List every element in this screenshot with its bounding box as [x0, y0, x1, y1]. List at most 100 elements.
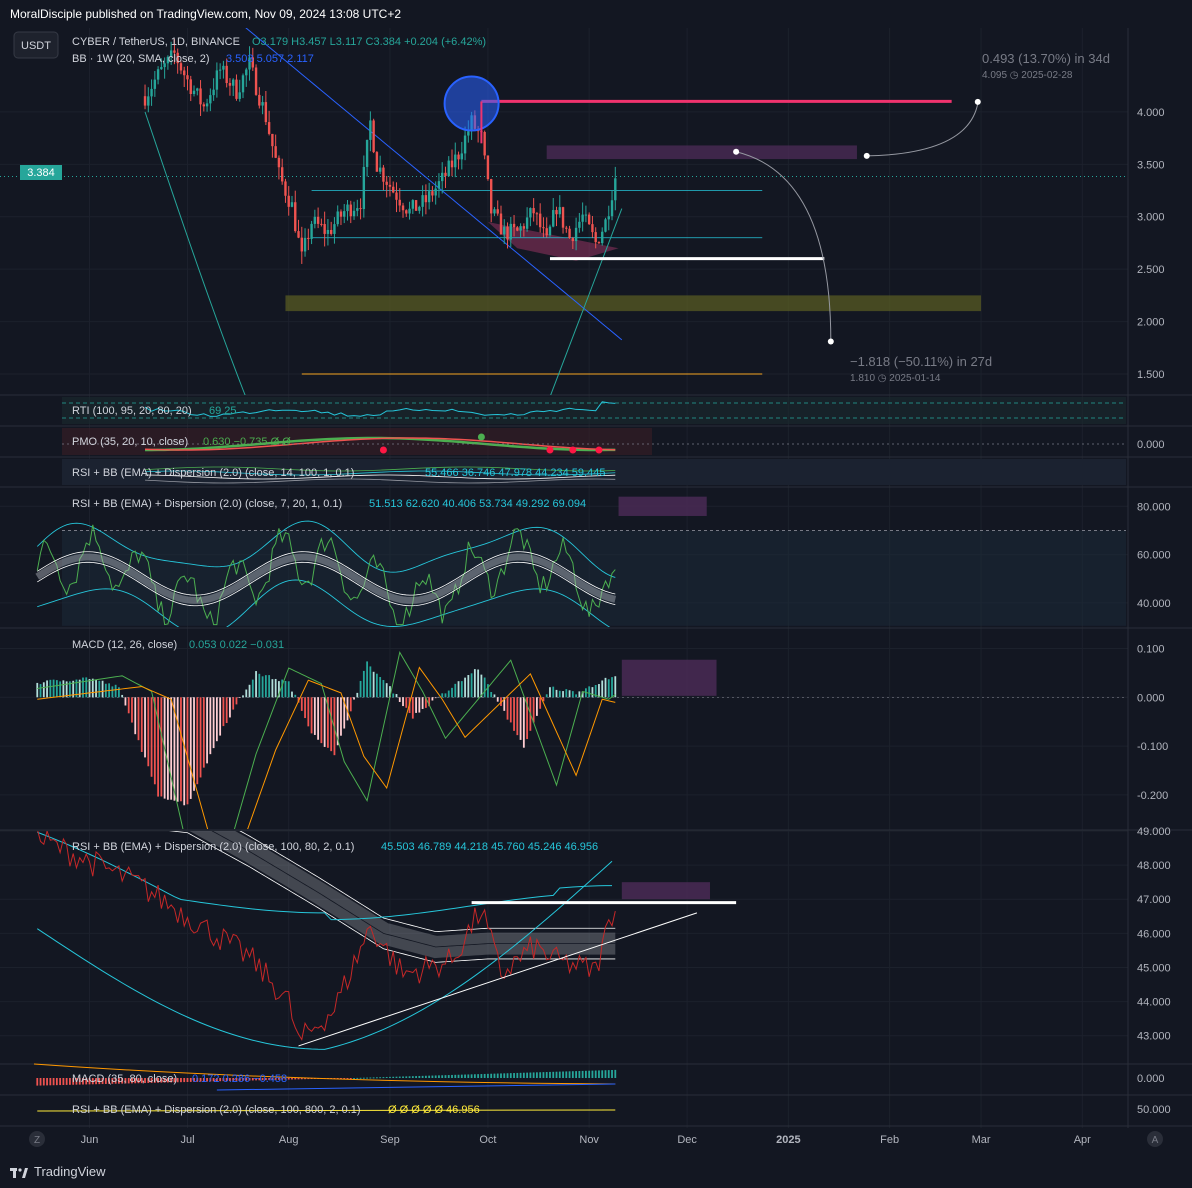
macd-histogram-bar — [369, 666, 372, 698]
macd-histogram-bar — [49, 679, 52, 698]
candle-body — [316, 216, 320, 224]
macd-35-80-bar — [509, 1073, 512, 1078]
time-axis-label: Jul — [180, 1134, 194, 1146]
macd-35-80-values: 0.172 0.286 −0.458 — [192, 1073, 287, 1085]
tradingview-logo[interactable]: TradingView — [10, 1164, 106, 1179]
macd-35-80-bar — [536, 1072, 538, 1078]
macd-35-80-bar — [408, 1076, 411, 1078]
macd-35-80-title[interactable]: MACD (35, 80, close) — [72, 1073, 177, 1085]
macd-histogram-bar — [238, 697, 241, 699]
macd-35-80-bar — [500, 1073, 502, 1078]
macd-35-80-bar — [438, 1075, 440, 1078]
axis-tick-label: -0.100 — [1137, 741, 1168, 753]
currency-label: USDT — [21, 40, 51, 52]
macd-histogram-bar — [532, 697, 535, 723]
macd-histogram-bar — [372, 671, 375, 698]
candle-body — [284, 181, 287, 196]
candle-body — [414, 200, 418, 211]
macd-histogram-bar — [124, 697, 127, 706]
macd-histogram-bar — [441, 693, 444, 698]
macd-35-80-bar — [356, 1077, 359, 1079]
chart-canvas[interactable]: 4.000 3.500 3.000 2.500 2.000 1.500 80.000 60.… — [0, 28, 1192, 1156]
macd-histogram-bar — [274, 678, 277, 698]
pmo-cross-dot — [379, 446, 387, 454]
candle-body — [274, 146, 277, 158]
candle-body — [506, 226, 509, 240]
candle-body — [450, 160, 454, 168]
macd-histogram-bar — [134, 697, 137, 735]
macd-35-80-bar — [49, 1078, 52, 1086]
macd-35-80-bar — [493, 1073, 496, 1078]
candle-body — [493, 209, 496, 214]
candle-body — [238, 92, 241, 99]
candle-body — [597, 242, 601, 244]
macd-35-80-bar — [513, 1073, 515, 1078]
candle-body — [467, 131, 470, 136]
macd-histogram-bar — [52, 679, 55, 698]
candle-body — [431, 191, 434, 196]
candle-body — [245, 69, 248, 76]
axis-tick-label: 1.500 — [1137, 369, 1165, 381]
rsi-100-800-title[interactable]: RSI + BB (EMA) + Dispersion (2.0) (close… — [72, 1104, 361, 1116]
candle-body — [587, 214, 591, 225]
macd-histogram-bar — [212, 697, 215, 749]
rti-title[interactable]: RTI (100, 95, 20, 80, 20) — [72, 405, 192, 417]
macd-35-80-bar — [69, 1078, 71, 1085]
candle-body — [529, 208, 532, 218]
macd-histogram-bar — [202, 697, 205, 768]
macd-35-80-bar — [454, 1074, 457, 1078]
macd-35-80-bar — [287, 1078, 290, 1080]
macd-35-80-bar — [431, 1075, 434, 1078]
macd-histogram-bar — [189, 697, 192, 799]
candle-body — [542, 227, 545, 229]
macd-histogram-bar — [294, 694, 297, 698]
macd-histogram-bar — [375, 673, 378, 698]
candle-body — [189, 79, 192, 95]
macd-histogram-bar — [467, 675, 470, 698]
candle-body — [183, 70, 186, 76]
rsi-100-80-title[interactable]: RSI + BB (EMA) + Dispersion (2.0) (close… — [72, 841, 354, 853]
time-axis-label: Sep — [380, 1134, 400, 1146]
rsi-7-20-title[interactable]: RSI + BB (EMA) + Dispersion (2.0) (close… — [72, 498, 342, 510]
candle-body — [522, 226, 526, 229]
publish-bar: MoralDisciple published on TradingView.c… — [0, 0, 1192, 28]
candle-body — [300, 237, 303, 252]
pmo-cross-dot — [477, 433, 485, 441]
candle-body — [369, 120, 372, 140]
candle-body — [356, 208, 359, 211]
macd-35-80-bar — [372, 1077, 375, 1079]
macd-histogram-bar — [457, 681, 460, 698]
pmo-title[interactable]: PMO (35, 20, 10, close) — [72, 436, 188, 448]
candle-body — [192, 90, 196, 95]
macd-title[interactable]: MACD (12, 26, close) — [72, 639, 177, 651]
candle-body — [271, 133, 274, 147]
time-axis-label: Apr — [1074, 1134, 1091, 1146]
macd-histogram-bar — [209, 697, 212, 755]
macd-35-80-bar — [464, 1074, 466, 1078]
macd-histogram-bar — [88, 679, 91, 698]
auto-scale-icon: A — [1152, 1135, 1159, 1146]
macd-35-80-bar — [180, 1078, 182, 1083]
candle-body — [584, 214, 588, 216]
macd-35-80-bar — [558, 1071, 561, 1078]
macd-histogram-bar — [114, 684, 117, 698]
macd-histogram-bar — [571, 691, 574, 698]
candle-body — [509, 223, 512, 240]
macd-histogram-bar — [392, 693, 395, 698]
bb-title[interactable]: BB · 1W (20, SMA, close, 2) — [72, 53, 210, 65]
macd-histogram-bar — [379, 677, 382, 698]
symbol-title[interactable]: CYBER / TetherUS, 1D, BINANCE — [72, 36, 240, 48]
macd-histogram-bar — [245, 689, 248, 698]
candle-body — [460, 153, 464, 160]
macd-35-80-bar — [428, 1075, 431, 1078]
macd-35-80-bar — [480, 1074, 483, 1078]
macd-35-80-bar — [549, 1071, 551, 1078]
macd-histogram-bar — [284, 680, 287, 698]
macd-35-80-bar — [503, 1073, 506, 1078]
candle-body — [434, 188, 437, 196]
candle-body — [218, 69, 222, 71]
candle-body — [323, 224, 326, 234]
candle-body — [614, 178, 617, 201]
macd-histogram-bar — [444, 693, 447, 698]
rsi-14-100-title[interactable]: RSI + BB (EMA) + Dispersion (2.0) (close… — [72, 467, 354, 479]
